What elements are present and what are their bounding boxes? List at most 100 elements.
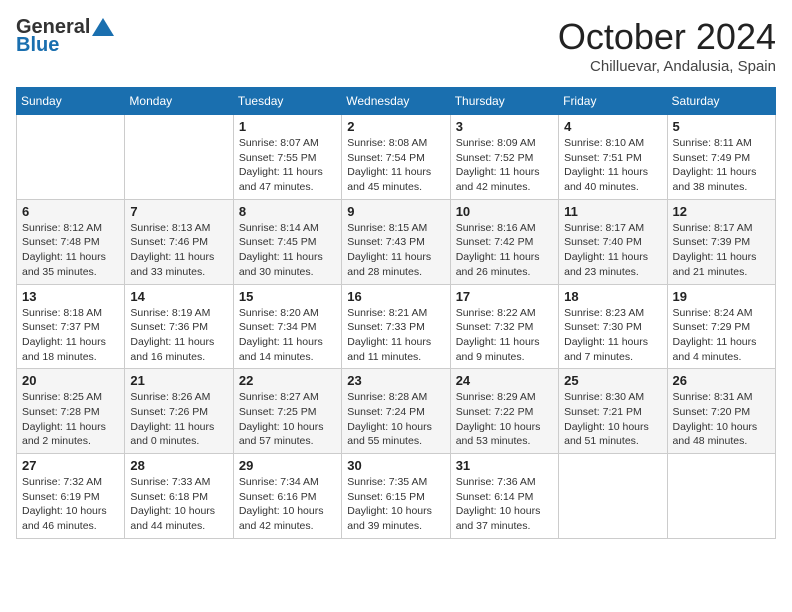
title-section: October 2024 Chilluevar, Andalusia, Spai…: [558, 16, 776, 75]
calendar-week-row: 1 Sunrise: 8:07 AMSunset: 7:55 PMDaylight…: [17, 115, 776, 200]
calendar-cell: 26 Sunrise: 8:31 AMSunset: 7:20 PMDayligh…: [667, 369, 775, 454]
calendar-cell: [125, 115, 233, 200]
day-number: 12: [673, 204, 770, 219]
calendar-cell: 27 Sunrise: 7:32 AMSunset: 6:19 PMDayligh…: [17, 454, 125, 539]
day-info: Sunrise: 8:17 AMSunset: 7:40 PMDaylight:…: [564, 221, 661, 280]
day-number: 1: [239, 119, 336, 134]
calendar-cell: 30 Sunrise: 7:35 AMSunset: 6:15 PMDayligh…: [342, 454, 450, 539]
day-info: Sunrise: 8:16 AMSunset: 7:42 PMDaylight:…: [456, 221, 553, 280]
day-info: Sunrise: 8:14 AMSunset: 7:45 PMDaylight:…: [239, 221, 336, 280]
day-number: 28: [130, 458, 227, 473]
day-number: 13: [22, 289, 119, 304]
calendar-header-tuesday: Tuesday: [233, 88, 341, 115]
calendar-cell: 15Sunrise: 8:20 AMSunset: 7:34 PMDayligh…: [233, 284, 341, 369]
calendar-cell: 1 Sunrise: 8:07 AMSunset: 7:55 PMDaylight…: [233, 115, 341, 200]
day-info: Sunrise: 8:13 AMSunset: 7:46 PMDaylight:…: [130, 221, 227, 280]
calendar-cell: 20Sunrise: 8:25 AMSunset: 7:28 PMDayligh…: [17, 369, 125, 454]
calendar-cell: 7 Sunrise: 8:13 AMSunset: 7:46 PMDaylight…: [125, 199, 233, 284]
day-info: Sunrise: 8:30 AMSunset: 7:21 PMDaylight:…: [564, 390, 661, 449]
day-info: Sunrise: 8:27 AMSunset: 7:25 PMDaylight:…: [239, 390, 336, 449]
calendar-cell: 10 Sunrise: 8:16 AMSunset: 7:42 PMDayligh…: [450, 199, 558, 284]
day-number: 2: [347, 119, 444, 134]
calendar-cell: 13Sunrise: 8:18 AMSunset: 7:37 PMDayligh…: [17, 284, 125, 369]
calendar-header-row: SundayMondayTuesdayWednesdayThursdayFrid…: [17, 88, 776, 115]
day-number: 6: [22, 204, 119, 219]
day-number: 23: [347, 373, 444, 388]
day-info: Sunrise: 8:07 AMSunset: 7:55 PMDaylight:…: [239, 136, 336, 195]
day-info: Sunrise: 7:35 AMSunset: 6:15 PMDaylight:…: [347, 475, 444, 534]
calendar-cell: 25 Sunrise: 8:30 AMSunset: 7:21 PMDayligh…: [559, 369, 667, 454]
day-info: Sunrise: 7:32 AMSunset: 6:19 PMDaylight:…: [22, 475, 119, 534]
calendar-cell: [667, 454, 775, 539]
day-info: Sunrise: 8:08 AMSunset: 7:54 PMDaylight:…: [347, 136, 444, 195]
calendar-week-row: 20Sunrise: 8:25 AMSunset: 7:28 PMDayligh…: [17, 369, 776, 454]
calendar-cell: 17Sunrise: 8:22 AMSunset: 7:32 PMDayligh…: [450, 284, 558, 369]
day-number: 14: [130, 289, 227, 304]
calendar-cell: 16 Sunrise: 8:21 AMSunset: 7:33 PMDayligh…: [342, 284, 450, 369]
day-number: 30: [347, 458, 444, 473]
day-info: Sunrise: 8:12 AMSunset: 7:48 PMDaylight:…: [22, 221, 119, 280]
day-number: 16: [347, 289, 444, 304]
calendar-week-row: 13Sunrise: 8:18 AMSunset: 7:37 PMDayligh…: [17, 284, 776, 369]
day-number: 9: [347, 204, 444, 219]
day-number: 25: [564, 373, 661, 388]
day-number: 3: [456, 119, 553, 134]
day-number: 26: [673, 373, 770, 388]
day-info: Sunrise: 8:24 AMSunset: 7:29 PMDaylight:…: [673, 306, 770, 365]
calendar-cell: [17, 115, 125, 200]
calendar-cell: 2 Sunrise: 8:08 AMSunset: 7:54 PMDaylight…: [342, 115, 450, 200]
calendar-cell: 9Sunrise: 8:15 AMSunset: 7:43 PMDaylight…: [342, 199, 450, 284]
calendar-week-row: 27 Sunrise: 7:32 AMSunset: 6:19 PMDayligh…: [17, 454, 776, 539]
day-number: 11: [564, 204, 661, 219]
calendar-cell: 12 Sunrise: 8:17 AMSunset: 7:39 PMDayligh…: [667, 199, 775, 284]
day-number: 24: [456, 373, 553, 388]
day-info: Sunrise: 8:20 AMSunset: 7:34 PMDaylight:…: [239, 306, 336, 365]
day-info: Sunrise: 8:28 AMSunset: 7:24 PMDaylight:…: [347, 390, 444, 449]
day-info: Sunrise: 8:11 AMSunset: 7:49 PMDaylight:…: [673, 136, 770, 195]
calendar-header-friday: Friday: [559, 88, 667, 115]
day-number: 10: [456, 204, 553, 219]
logo-blue: Blue: [16, 34, 114, 56]
day-number: 18: [564, 289, 661, 304]
day-number: 21: [130, 373, 227, 388]
calendar-header-sunday: Sunday: [17, 88, 125, 115]
day-info: Sunrise: 8:29 AMSunset: 7:22 PMDaylight:…: [456, 390, 553, 449]
calendar-cell: 31 Sunrise: 7:36 AMSunset: 6:14 PMDayligh…: [450, 454, 558, 539]
day-number: 8: [239, 204, 336, 219]
day-info: Sunrise: 7:33 AMSunset: 6:18 PMDaylight:…: [130, 475, 227, 534]
day-info: Sunrise: 8:19 AMSunset: 7:36 PMDaylight:…: [130, 306, 227, 365]
calendar-header-saturday: Saturday: [667, 88, 775, 115]
month-title: October 2024: [558, 16, 776, 58]
day-number: 31: [456, 458, 553, 473]
day-info: Sunrise: 8:25 AMSunset: 7:28 PMDaylight:…: [22, 390, 119, 449]
calendar-table: SundayMondayTuesdayWednesdayThursdayFrid…: [16, 87, 776, 539]
calendar-cell: 29Sunrise: 7:34 AMSunset: 6:16 PMDayligh…: [233, 454, 341, 539]
day-info: Sunrise: 8:23 AMSunset: 7:30 PMDaylight:…: [564, 306, 661, 365]
calendar-cell: 19Sunrise: 8:24 AMSunset: 7:29 PMDayligh…: [667, 284, 775, 369]
day-number: 7: [130, 204, 227, 219]
day-number: 5: [673, 119, 770, 134]
day-info: Sunrise: 8:31 AMSunset: 7:20 PMDaylight:…: [673, 390, 770, 449]
calendar-cell: 11 Sunrise: 8:17 AMSunset: 7:40 PMDayligh…: [559, 199, 667, 284]
calendar-cell: 18 Sunrise: 8:23 AMSunset: 7:30 PMDayligh…: [559, 284, 667, 369]
calendar-cell: 5 Sunrise: 8:11 AMSunset: 7:49 PMDaylight…: [667, 115, 775, 200]
day-info: Sunrise: 8:17 AMSunset: 7:39 PMDaylight:…: [673, 221, 770, 280]
day-info: Sunrise: 7:36 AMSunset: 6:14 PMDaylight:…: [456, 475, 553, 534]
calendar-cell: 3 Sunrise: 8:09 AMSunset: 7:52 PMDaylight…: [450, 115, 558, 200]
calendar-header-wednesday: Wednesday: [342, 88, 450, 115]
page-header: General Blue October 2024 Chilluevar, An…: [16, 16, 776, 75]
calendar-header-monday: Monday: [125, 88, 233, 115]
calendar-cell: 28 Sunrise: 7:33 AMSunset: 6:18 PMDayligh…: [125, 454, 233, 539]
day-number: 29: [239, 458, 336, 473]
day-number: 22: [239, 373, 336, 388]
calendar-cell: 4Sunrise: 8:10 AMSunset: 7:51 PMDaylight…: [559, 115, 667, 200]
location: Chilluevar, Andalusia, Spain: [558, 58, 776, 75]
calendar-cell: 8 Sunrise: 8:14 AMSunset: 7:45 PMDaylight…: [233, 199, 341, 284]
day-number: 17: [456, 289, 553, 304]
calendar-week-row: 6 Sunrise: 8:12 AMSunset: 7:48 PMDaylight…: [17, 199, 776, 284]
day-number: 27: [22, 458, 119, 473]
day-info: Sunrise: 8:09 AMSunset: 7:52 PMDaylight:…: [456, 136, 553, 195]
calendar-cell: 24 Sunrise: 8:29 AMSunset: 7:22 PMDayligh…: [450, 369, 558, 454]
day-info: Sunrise: 8:21 AMSunset: 7:33 PMDaylight:…: [347, 306, 444, 365]
day-number: 4: [564, 119, 661, 134]
